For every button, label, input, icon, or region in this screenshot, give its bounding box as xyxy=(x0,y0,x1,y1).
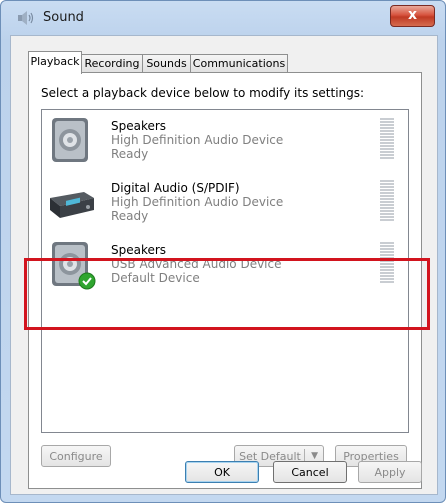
tab-label: Sounds xyxy=(146,57,187,70)
tab-communications[interactable]: Communications xyxy=(190,54,288,73)
tab-playback[interactable]: Playback xyxy=(28,51,82,74)
default-check-icon xyxy=(78,272,96,290)
close-icon: x xyxy=(407,7,418,23)
volume-meter xyxy=(380,242,394,286)
device-description: High Definition Audio Device xyxy=(111,133,284,147)
sound-app-icon xyxy=(18,11,34,25)
device-name: Speakers xyxy=(111,119,167,133)
button-label: OK xyxy=(214,466,230,479)
device-item-default[interactable]: Speakers USB Advanced Audio Device Defau… xyxy=(42,234,408,296)
device-status: Default Device xyxy=(111,271,200,285)
tab-label: Communications xyxy=(192,57,286,70)
tab-label: Recording xyxy=(84,57,140,70)
button-label: Apply xyxy=(374,466,406,479)
sound-dialog: Sound x Playback Recording Sounds Commun… xyxy=(0,0,446,503)
instruction-text: Select a playback device below to modify… xyxy=(41,86,365,100)
tab-sounds[interactable]: Sounds xyxy=(142,54,191,73)
device-description: High Definition Audio Device xyxy=(111,195,284,209)
device-status: Ready xyxy=(111,147,149,161)
window-title: Sound xyxy=(43,10,84,25)
close-button[interactable]: x xyxy=(390,5,435,27)
tab-label: Playback xyxy=(30,55,80,68)
device-status: Ready xyxy=(111,209,149,223)
playback-panel: Select a playback device below to modify… xyxy=(24,72,430,489)
device-description: USB Advanced Audio Device xyxy=(111,257,282,271)
digital-audio-receiver-icon xyxy=(50,192,94,218)
dialog-body: Playback Recording Sounds Communications… xyxy=(10,35,438,495)
device-item[interactable]: Speakers High Definition Audio Device Re… xyxy=(42,110,408,172)
cancel-button[interactable]: Cancel xyxy=(273,461,347,483)
speaker-icon xyxy=(52,118,88,162)
configure-button[interactable]: Configure xyxy=(41,445,111,467)
button-label: Configure xyxy=(49,450,103,463)
tab-recording[interactable]: Recording xyxy=(81,54,143,73)
title-bar[interactable]: Sound x xyxy=(1,1,445,35)
apply-button[interactable]: Apply xyxy=(358,461,422,483)
device-list[interactable]: Speakers High Definition Audio Device Re… xyxy=(41,109,409,433)
button-label: Cancel xyxy=(291,466,329,479)
device-item[interactable]: Digital Audio (S/PDIF) High Definition A… xyxy=(42,172,408,234)
ok-button[interactable]: OK xyxy=(185,461,259,483)
volume-meter xyxy=(380,118,394,162)
device-name: Digital Audio (S/PDIF) xyxy=(111,181,240,195)
device-name: Speakers xyxy=(111,243,167,257)
volume-meter xyxy=(380,180,394,224)
